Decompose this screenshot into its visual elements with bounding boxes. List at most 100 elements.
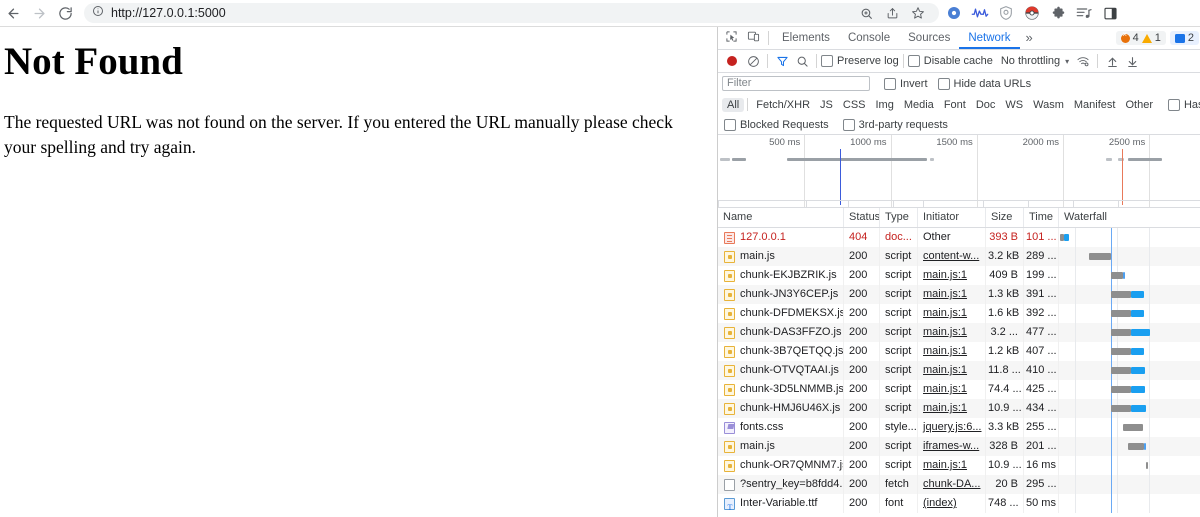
- table-row[interactable]: chunk-OR7QMNM7.js 200 script main.js:1 10.9 …: [718, 456, 1200, 475]
- cell-initiator[interactable]: jquery.js:6...: [918, 418, 986, 437]
- address-bar[interactable]: http://127.0.0.1:5000: [84, 3, 939, 23]
- table-row[interactable]: chunk-HMJ6U46X.js 200 script main.js:1 10.9 …: [718, 399, 1200, 418]
- cell-initiator[interactable]: main.js:1: [918, 399, 986, 418]
- initiator-link[interactable]: main.js:1: [923, 459, 967, 471]
- type-filter-css[interactable]: CSS: [838, 98, 871, 112]
- invert-checkbox[interactable]: Invert: [884, 77, 928, 90]
- type-filter-img[interactable]: Img: [871, 98, 899, 112]
- third-party-requests-checkbox[interactable]: 3rd-party requests: [842, 118, 948, 131]
- cell-initiator[interactable]: main.js:1: [918, 304, 986, 323]
- cell-initiator[interactable]: main.js:1: [918, 456, 986, 475]
- initiator-link[interactable]: main.js:1: [923, 288, 967, 300]
- error-warning-counter[interactable]: 4 1: [1115, 30, 1166, 45]
- table-row[interactable]: chunk-DFDMEKSX.js 200 script main.js:1 1.6 k…: [718, 304, 1200, 323]
- info-circle-icon[interactable]: [92, 4, 104, 22]
- table-row[interactable]: main.js 200 script content-w... 3.2 kB 289 ..…: [718, 247, 1200, 266]
- search-icon[interactable]: [792, 55, 812, 68]
- initiator-link[interactable]: main.js:1: [923, 345, 967, 357]
- column-header-size[interactable]: Size: [986, 208, 1024, 227]
- table-row[interactable]: main.js 200 script iframes-w... 328 B 201 ...: [718, 437, 1200, 456]
- type-filter-doc[interactable]: Doc: [971, 98, 1001, 112]
- type-filter-manifest[interactable]: Manifest: [1069, 98, 1121, 112]
- preserve-log-checkbox[interactable]: Preserve log: [821, 55, 899, 67]
- import-har-icon[interactable]: [1102, 55, 1122, 68]
- table-row[interactable]: chunk-3B7QETQQ.js 200 script main.js:1 1.2 k…: [718, 342, 1200, 361]
- chevron-down-icon[interactable]: ▾: [1065, 57, 1069, 66]
- table-row[interactable]: 127.0.0.1 404 doc... Other 393 B 101 ...: [718, 228, 1200, 247]
- record-stop-icon[interactable]: [727, 56, 737, 66]
- table-row[interactable]: chunk-3D5LNMMB.js 200 script main.js:1 74.4 …: [718, 380, 1200, 399]
- cell-initiator[interactable]: content-w...: [918, 247, 986, 266]
- tab-sources[interactable]: Sources: [899, 27, 959, 49]
- initiator-link[interactable]: (index): [923, 497, 957, 509]
- hide-data-urls-checkbox[interactable]: Hide data URLs: [937, 77, 1031, 90]
- throttling-select[interactable]: No throttling: [1001, 55, 1060, 67]
- blocked-requests-checkbox[interactable]: Blocked Requests: [724, 118, 829, 131]
- cell-initiator[interactable]: chunk-DA...: [918, 475, 986, 494]
- back-button[interactable]: [0, 0, 26, 26]
- more-tabs-button[interactable]: »: [1020, 27, 1039, 49]
- reload-button[interactable]: [52, 0, 78, 26]
- table-row[interactable]: chunk-OTVQTAAI.js 200 script main.js:1 11.8 …: [718, 361, 1200, 380]
- type-filter-wasm[interactable]: Wasm: [1028, 98, 1069, 112]
- has-blocked-checkbox[interactable]: Has blocked: [1167, 98, 1200, 111]
- type-filter-media[interactable]: Media: [899, 98, 939, 112]
- cell-initiator[interactable]: (index): [918, 494, 986, 513]
- initiator-link[interactable]: main.js:1: [923, 269, 967, 281]
- extension-pokeball-icon[interactable]: [1019, 0, 1045, 26]
- cell-initiator[interactable]: main.js:1: [918, 361, 986, 380]
- extension-shield-icon[interactable]: [993, 0, 1019, 26]
- export-har-icon[interactable]: [1122, 55, 1142, 68]
- tab-elements[interactable]: Elements: [773, 27, 839, 49]
- cell-initiator[interactable]: main.js:1: [918, 380, 986, 399]
- device-toolbar-button[interactable]: [742, 27, 764, 49]
- type-filter-other[interactable]: Other: [1120, 98, 1158, 112]
- column-header-waterfall[interactable]: Waterfall: [1059, 208, 1200, 227]
- reading-list-icon[interactable]: [1071, 0, 1097, 26]
- network-conditions-icon[interactable]: [1073, 55, 1093, 68]
- initiator-link[interactable]: content-w...: [923, 250, 979, 262]
- initiator-link[interactable]: main.js:1: [923, 402, 967, 414]
- initiator-link[interactable]: chunk-DA...: [923, 478, 980, 490]
- inspect-element-button[interactable]: [720, 27, 742, 49]
- type-filter-ws[interactable]: WS: [1000, 98, 1028, 112]
- table-row[interactable]: ?sentry_key=b8fdd4... 200 fetch chunk-DA...…: [718, 475, 1200, 494]
- extension-lens-icon[interactable]: [941, 0, 967, 26]
- column-header-name[interactable]: Name: [718, 208, 844, 227]
- cell-initiator[interactable]: main.js:1: [918, 266, 986, 285]
- forward-button[interactable]: [26, 0, 52, 26]
- share-icon[interactable]: [879, 7, 905, 20]
- extension-wave-icon[interactable]: [967, 0, 993, 26]
- clear-network-icon[interactable]: [743, 55, 763, 68]
- initiator-link[interactable]: main.js:1: [923, 364, 967, 376]
- initiator-link[interactable]: jquery.js:6...: [923, 421, 982, 433]
- filter-input[interactable]: Filter: [722, 76, 870, 91]
- zoom-icon[interactable]: [853, 7, 879, 20]
- extensions-puzzle-icon[interactable]: [1045, 0, 1071, 26]
- type-filter-fetch-xhr[interactable]: Fetch/XHR: [751, 98, 815, 112]
- column-header-time[interactable]: Time: [1024, 208, 1059, 227]
- cell-initiator[interactable]: main.js:1: [918, 342, 986, 361]
- table-row[interactable]: chunk-EKJBZRIK.js 200 script main.js:1 409 B…: [718, 266, 1200, 285]
- column-header-type[interactable]: Type: [880, 208, 918, 227]
- tab-console[interactable]: Console: [839, 27, 899, 49]
- bookmark-star-icon[interactable]: [905, 6, 931, 20]
- initiator-link[interactable]: main.js:1: [923, 326, 967, 338]
- disable-cache-checkbox[interactable]: Disable cache: [907, 55, 993, 67]
- side-panel-icon[interactable]: [1097, 0, 1123, 26]
- type-filter-js[interactable]: JS: [815, 98, 838, 112]
- initiator-link[interactable]: main.js:1: [923, 307, 967, 319]
- column-header-initiator[interactable]: Initiator: [918, 208, 986, 227]
- cell-initiator[interactable]: iframes-w...: [918, 437, 986, 456]
- tab-network[interactable]: Network: [959, 27, 1019, 49]
- message-counter[interactable]: 2: [1169, 31, 1199, 45]
- column-header-status[interactable]: Status: [844, 208, 880, 227]
- table-row[interactable]: chunk-DAS3FFZO.js 200 script main.js:1 3.2 .…: [718, 323, 1200, 342]
- filter-funnel-icon[interactable]: [772, 55, 792, 68]
- initiator-link[interactable]: iframes-w...: [923, 440, 979, 452]
- type-filter-font[interactable]: Font: [939, 98, 971, 112]
- table-row[interactable]: chunk-JN3Y6CEP.js 200 script main.js:1 1.3 k…: [718, 285, 1200, 304]
- initiator-link[interactable]: main.js:1: [923, 383, 967, 395]
- cell-initiator[interactable]: main.js:1: [918, 285, 986, 304]
- network-overview-timeline[interactable]: 500 ms 1000 ms 1500 ms 2000 ms 2500 ms: [718, 135, 1200, 208]
